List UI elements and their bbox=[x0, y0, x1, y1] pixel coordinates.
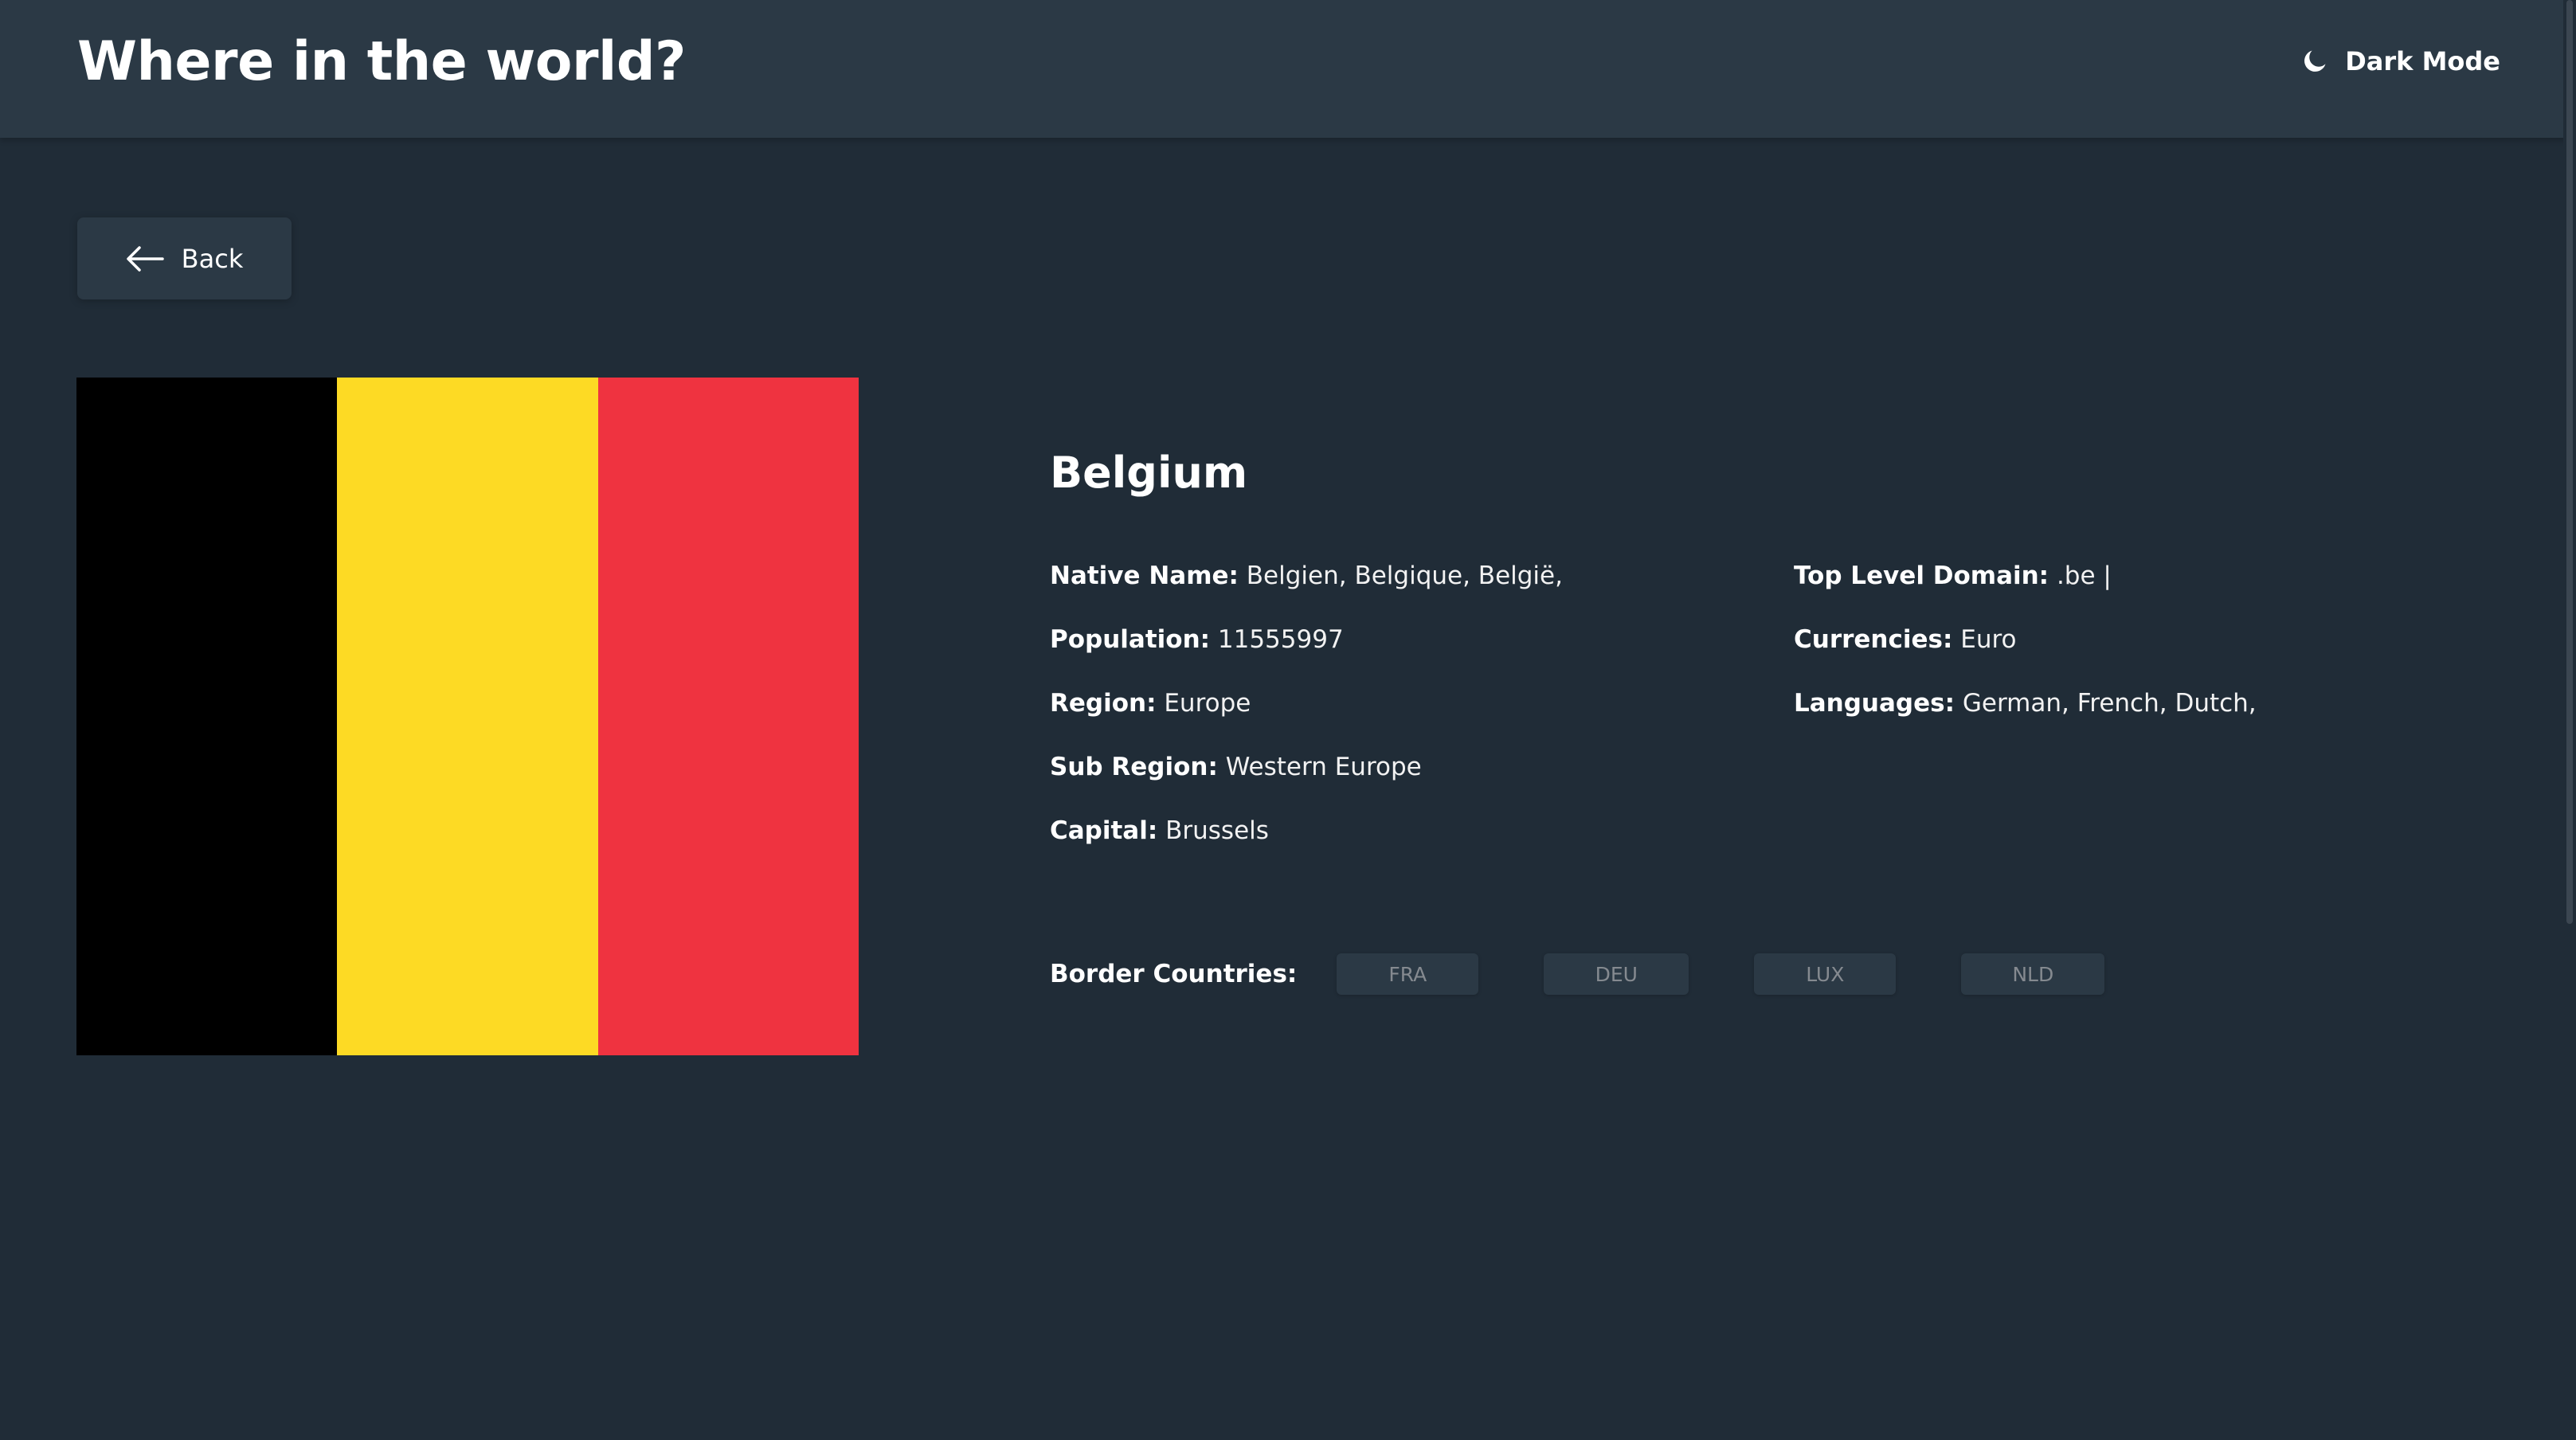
scrollbar-thumb[interactable] bbox=[2566, 0, 2573, 924]
detail-value: Europe bbox=[1164, 689, 1251, 718]
detail-label: Languages: bbox=[1794, 689, 1955, 718]
moon-icon bbox=[2304, 50, 2326, 72]
app-header: Where in the world? Dark Mode bbox=[0, 0, 2576, 138]
details-primary: Native Name: Belgien, Belgique, België, … bbox=[1050, 558, 1563, 876]
detail-value: Belgien, Belgique, België, bbox=[1246, 562, 1563, 590]
detail-label: Region: bbox=[1050, 689, 1157, 718]
flag-stripe-yellow bbox=[337, 378, 598, 1055]
border-country-chip[interactable]: LUX bbox=[1754, 953, 1897, 995]
dark-mode-toggle[interactable]: Dark Mode bbox=[2300, 46, 2500, 76]
detail-label: Population: bbox=[1050, 625, 1211, 654]
border-countries: Border Countries: FRA DEU LUX NLD bbox=[1050, 953, 2105, 996]
detail-label: Sub Region: bbox=[1050, 753, 1218, 781]
country-flag bbox=[76, 378, 859, 1055]
detail-label: Top Level Domain: bbox=[1794, 562, 2049, 590]
detail-languages: Languages: German, French, Dutch, bbox=[1794, 685, 2257, 749]
detail-sub-region: Sub Region: Western Europe bbox=[1050, 749, 1563, 812]
detail-value: 11555997 bbox=[1217, 625, 1344, 654]
flag-stripe-black bbox=[76, 378, 338, 1055]
detail-value: Western Europe bbox=[1225, 753, 1422, 781]
detail-label: Native Name: bbox=[1050, 562, 1239, 590]
border-country-chip[interactable]: DEU bbox=[1544, 953, 1689, 995]
back-button-label: Back bbox=[181, 243, 244, 274]
detail-native-name: Native Name: Belgien, Belgique, België, bbox=[1050, 558, 1563, 621]
detail-value: Euro bbox=[1960, 625, 2017, 654]
detail-currencies: Currencies: Euro bbox=[1794, 621, 2257, 685]
vertical-scrollbar[interactable] bbox=[2563, 0, 2576, 1440]
detail-label: Capital: bbox=[1050, 816, 1158, 845]
detail-value: .be | bbox=[2056, 562, 2112, 590]
back-button[interactable]: Back bbox=[77, 217, 292, 299]
details-secondary: Top Level Domain: .be | Currencies: Euro… bbox=[1794, 558, 2257, 749]
detail-region: Region: Europe bbox=[1050, 685, 1563, 749]
border-countries-label: Border Countries: bbox=[1050, 960, 1298, 988]
dark-mode-label: Dark Mode bbox=[2345, 46, 2500, 76]
detail-value: German, French, Dutch, bbox=[1962, 689, 2257, 718]
detail-value: Brussels bbox=[1165, 816, 1269, 845]
detail-top-level-domain: Top Level Domain: .be | bbox=[1794, 558, 2257, 621]
border-country-chip[interactable]: NLD bbox=[1961, 953, 2105, 995]
detail-capital: Capital: Brussels bbox=[1050, 812, 1563, 876]
detail-label: Currencies: bbox=[1794, 625, 1953, 654]
border-country-chip[interactable]: FRA bbox=[1337, 953, 1479, 995]
country-name: Belgium bbox=[1050, 448, 1248, 498]
arrow-left-icon bbox=[126, 245, 164, 272]
app-title: Where in the world? bbox=[77, 30, 686, 93]
flag-stripe-red bbox=[597, 378, 859, 1055]
detail-population: Population: 11555997 bbox=[1050, 621, 1563, 685]
